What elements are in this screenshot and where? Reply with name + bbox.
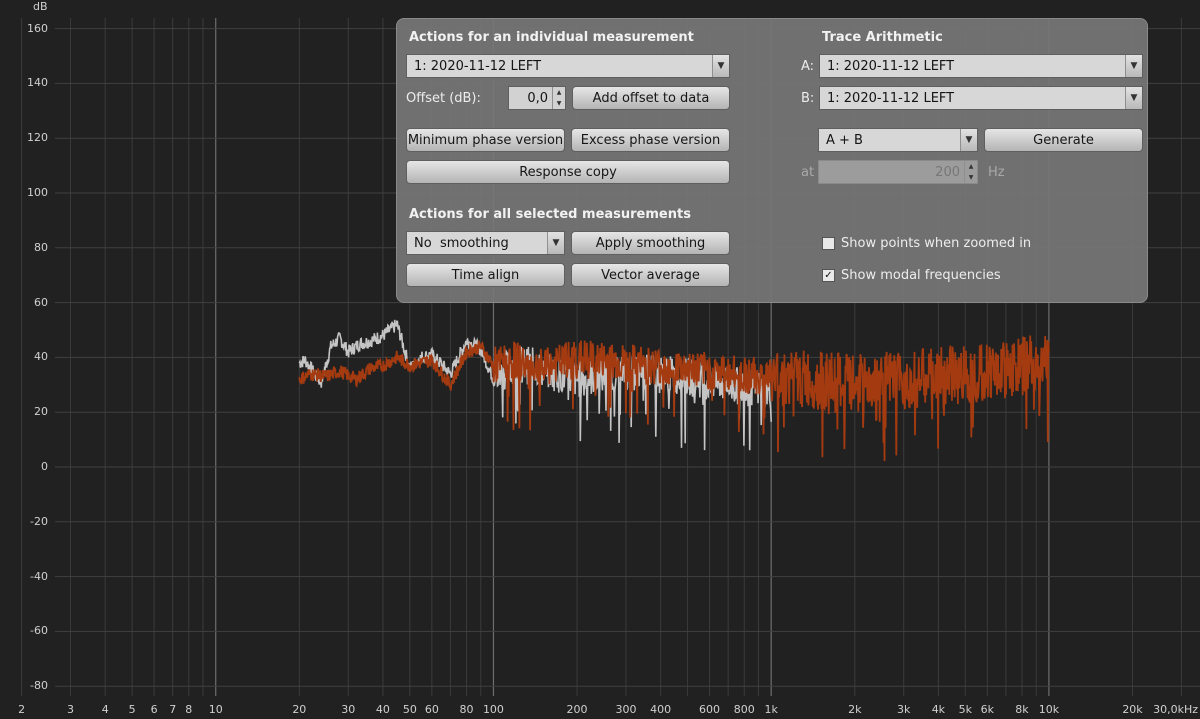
chevron-down-icon: ▼ [960,129,977,151]
generate-button[interactable]: Generate [984,128,1143,152]
x-tick-label: 8k [1015,703,1029,716]
minimum-phase-button[interactable]: Minimum phase version [406,128,565,152]
x-tick-label: 80 [459,703,474,716]
x-tick-label: 5 [128,703,136,716]
trace-b-select[interactable]: 1: 2020-11-12 LEFT ▼ [819,86,1143,110]
excess-phase-button[interactable]: Excess phase version [571,128,730,152]
x-tick-label: 20k [1122,703,1143,716]
offset-label: Offset (dB): [406,91,481,106]
x-tick-label: 60 [424,703,439,716]
y-tick-label: 80 [34,240,48,254]
trace-b-label: B: [801,91,815,106]
chevron-down-icon: ▼ [547,232,564,254]
x-tick-label: 6 [150,703,158,716]
y-tick-label: 40 [34,350,48,364]
y-tick-label: 60 [34,295,48,309]
x-tick-label: 40 [375,703,390,716]
x-tick-label: 5k [958,703,972,716]
x-tick-label: 1k [764,703,778,716]
chevron-down-icon: ▼ [1125,55,1142,77]
x-tick-label: 50 [402,703,417,716]
show-modal-checkbox[interactable]: ✓ [822,269,835,282]
x-tick-label: 600 [699,703,721,716]
x-tick-label: 4 [101,703,109,716]
x-tick-label: 8 [185,703,193,716]
x-tick-label: 20 [292,703,307,716]
x-tick-label: 200 [566,703,588,716]
operation-select[interactable]: A + B ▼ [818,128,978,152]
spinner-arrows-icon[interactable]: ▲ ▼ [552,87,565,109]
x-tick-label: 30,0kHz [1153,703,1198,716]
trace-a-select-value: 1: 2020-11-12 LEFT [827,58,955,74]
series-line-2 [298,335,1050,462]
individual-actions-title: Actions for an individual measurement [409,30,694,45]
x-tick-label: 7 [169,703,177,716]
x-tick-label: 30 [341,703,356,716]
y-tick-label: 0 [41,460,48,473]
trace-b-select-value: 1: 2020-11-12 LEFT [827,90,955,106]
show-points-label[interactable]: Show points when zoomed in [841,236,1031,251]
add-offset-button[interactable]: Add offset to data [572,86,730,110]
y-tick-label: 120 [27,131,48,145]
y-axis-unit-label: dB [33,0,48,13]
y-tick-label: 160 [27,21,48,35]
chevron-down-icon: ▼ [712,55,729,77]
measurement-select-value: 1: 2020-11-12 LEFT [414,58,542,74]
x-tick-label: 100 [482,703,504,716]
y-tick-label: -40 [30,569,48,583]
show-points-checkbox[interactable] [822,237,835,250]
response-copy-button[interactable]: Response copy [406,160,730,184]
x-tick-label: 2k [848,703,862,716]
y-tick-label: 100 [27,186,48,199]
y-tick-label: -60 [30,624,48,638]
at-frequency-value: 200 [935,164,960,180]
x-tick-label: 10k [1038,703,1060,716]
trace-a-label: A: [801,59,815,74]
x-tick-label: 300 [615,703,637,716]
smoothing-select-value: No smoothing [414,235,509,251]
plot-series [298,319,1050,462]
series-line-1 [298,319,772,451]
operation-select-value: A + B [826,132,863,148]
y-tick-label: 20 [34,405,48,419]
offset-value: 0,0 [527,90,548,106]
x-tick-label: 3 [67,703,74,716]
x-tick-label: 400 [650,703,672,716]
x-tick-label: 800 [733,703,755,716]
trace-arithmetic-title: Trace Arithmetic [822,30,943,45]
smoothing-select[interactable]: No smoothing ▼ [406,231,565,255]
trace-a-select[interactable]: 1: 2020-11-12 LEFT ▼ [819,54,1143,78]
y-tick-label: -80 [30,679,48,693]
vector-average-button[interactable]: Vector average [571,263,730,287]
x-tick-label: 3k [896,703,911,716]
apply-smoothing-button[interactable]: Apply smoothing [571,231,730,255]
x-tick-label: 6k [980,703,994,716]
x-tick-label: 10 [208,703,223,716]
chevron-down-icon: ▼ [1125,87,1142,109]
time-align-button[interactable]: Time align [406,263,565,287]
measurement-select[interactable]: 1: 2020-11-12 LEFT ▼ [406,54,730,78]
spinner-arrows-icon: ▲ ▼ [964,161,977,183]
x-tick-label: 2 [18,703,26,716]
measurement-actions-panel: Actions for an individual measurement 1:… [396,18,1148,303]
x-tick-label: 4k [931,703,946,716]
offset-spinner[interactable]: 0,0 ▲ ▼ [508,86,566,110]
y-tick-label: 140 [27,76,48,90]
hz-label: Hz [988,165,1005,180]
show-modal-label[interactable]: Show modal frequencies [841,268,1001,283]
y-tick-label: -20 [30,514,48,528]
all-actions-title: Actions for all selected measurements [409,207,691,222]
at-frequency-spinner: 200 ▲ ▼ [818,160,978,184]
at-label: at [801,165,815,180]
